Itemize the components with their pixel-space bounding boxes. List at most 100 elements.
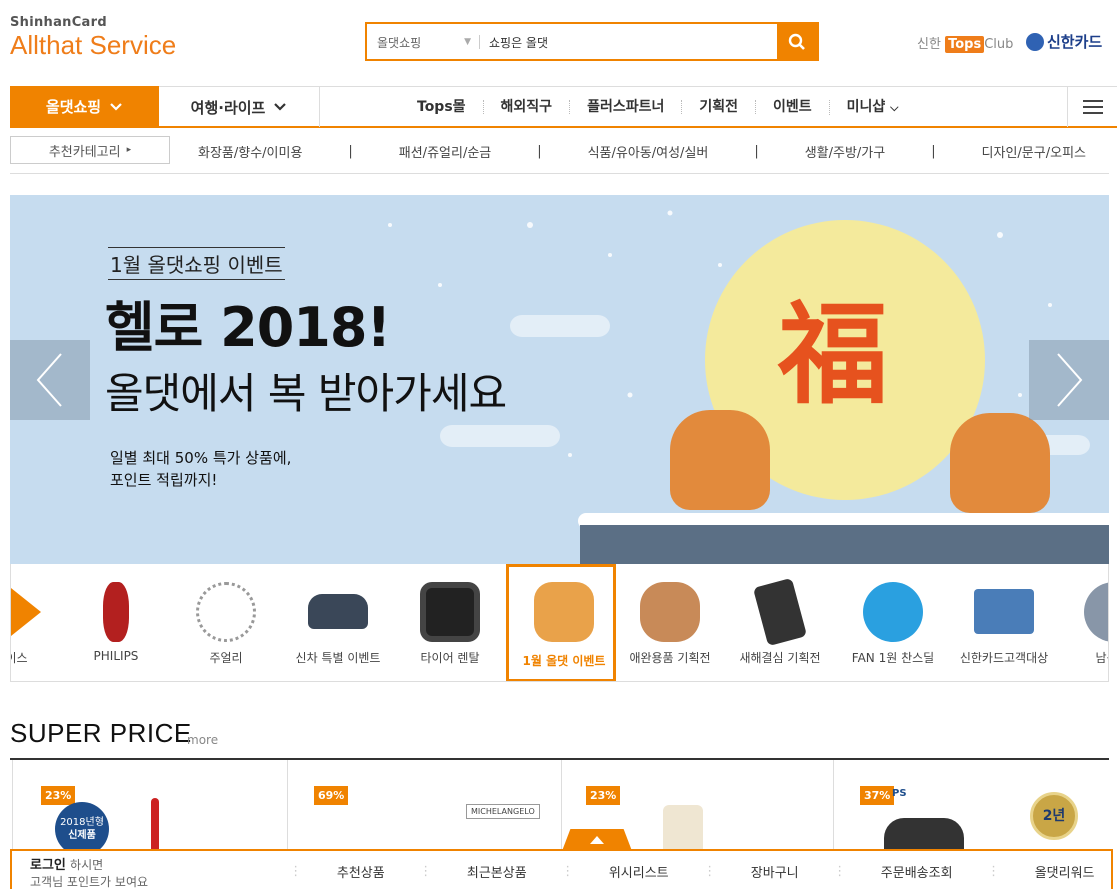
thumb-image	[11, 588, 41, 636]
search-category-select[interactable]: 올댓쇼핑 ▼	[367, 24, 479, 59]
thumb-label: 주얼리	[209, 651, 243, 665]
shinhan-card-link[interactable]: 신한카드	[1026, 31, 1102, 52]
banner-next-button[interactable]	[1029, 340, 1109, 420]
discount-badge: 37%	[860, 786, 895, 805]
thumb-item[interactable]: 라이스	[11, 564, 66, 681]
divider	[479, 35, 480, 49]
tops-club-link[interactable]: 신한 Tops Club	[917, 33, 1013, 53]
pet-image	[640, 582, 700, 642]
thumb-item[interactable]: 애완용품 기획전	[615, 564, 725, 681]
brand-label: MICHELANGELO	[466, 804, 540, 819]
scroll-top-button[interactable]	[562, 829, 632, 851]
banner-headline: 헬로 2018!	[105, 296, 391, 359]
divider: ⋮	[289, 863, 303, 879]
bracelet-image	[196, 582, 256, 642]
gnb-menu: Tops몰 해외직구 플러스파트너 기획전 이벤트 미니샵 ⌵	[400, 87, 916, 127]
banner-subhead: 올댓에서 복 받아가세요	[105, 369, 507, 418]
thumb-item[interactable]: 타이어 렌탈	[395, 564, 505, 681]
thumb-item[interactable]: 주얼리	[171, 564, 281, 681]
chevron-down-icon: ⌵	[890, 100, 899, 114]
superprice-more-link[interactable]: more	[187, 733, 218, 747]
tag-year: 2018년형	[60, 817, 104, 828]
product-card[interactable]: 69% MICHELANGELO 23%	[287, 760, 703, 860]
shaver-image	[103, 582, 129, 642]
search-category-label: 올댓쇼핑	[377, 36, 422, 50]
thumb-item[interactable]: FAN 1원 찬스딜	[838, 564, 948, 681]
gnb-primary-label: 올댓쇼핑	[45, 98, 102, 116]
search-button[interactable]	[777, 24, 817, 59]
banner-desc-line: 일별 최대 50% 특가 상품에,	[110, 449, 292, 467]
thumb-item[interactable]: 신한카드고객대상	[949, 564, 1059, 681]
allthat-shopping-menu[interactable]: 올댓쇼핑	[10, 86, 159, 127]
category-link[interactable]: 생활/주방/가구	[805, 142, 886, 161]
menu-icon	[1082, 112, 1103, 114]
search-input[interactable]	[489, 30, 769, 54]
thumb-item[interactable]: 남성 의	[1059, 564, 1108, 681]
thumb-item-selected[interactable]: 1월 올댓 이벤트	[506, 564, 616, 681]
quick-nav-recent[interactable]: 최근본상품	[467, 862, 527, 881]
product-card[interactable]: 37% PS 2년	[833, 760, 1109, 858]
header: ShinhanCard Allthat Service 올댓쇼핑 ▼ 신한 Top…	[0, 0, 1117, 86]
brand-main: Allthat Service	[10, 30, 177, 60]
thumb-label: 새해결심 기획전	[739, 651, 821, 665]
hamburger-menu-button[interactable]	[1067, 87, 1117, 127]
divider: ⋮	[987, 863, 1001, 879]
phone-hand-image	[752, 577, 808, 647]
category-link[interactable]: 디자인/문구/오피스	[982, 142, 1086, 161]
tops-club-prefix: 신한	[917, 37, 941, 52]
thumb-item[interactable]: PHILIPS	[61, 564, 171, 681]
login-prompt[interactable]: 로그인 하시면 고객님 포인트가 보여요	[30, 857, 148, 889]
category-link[interactable]: 화장품/향수/이미용	[198, 142, 302, 161]
thumb-label: PHILIPS	[93, 649, 139, 663]
gnb-item-event[interactable]: 이벤트	[755, 100, 829, 114]
discount-badge: 23%	[41, 786, 76, 805]
thumb-item[interactable]: 신차 특별 이벤트	[283, 564, 393, 681]
quick-nav-rewards[interactable]: 올댓리워드	[1035, 862, 1095, 881]
category-link[interactable]: 패션/쥬얼리/순금	[399, 142, 491, 161]
gnb-item-tops-mall[interactable]: Tops몰	[400, 100, 483, 114]
gnb-item-overseas[interactable]: 해외직구	[482, 100, 570, 114]
quick-nav: ⋮ 추천상품 ⋮ 최근본상품 ⋮ 위시리스트 ⋮ 장바구니 ⋮ 주문배송조회 ⋮…	[272, 851, 1112, 889]
menu-icon	[1082, 100, 1103, 102]
tire-image	[420, 582, 480, 642]
banner-description: 일별 최대 50% 특가 상품에, 포인트 적립까지!	[110, 447, 291, 491]
chevron-right-icon	[1057, 353, 1083, 407]
banner-prev-button[interactable]	[10, 340, 90, 420]
gnb-item-exhibition[interactable]: 기획전	[681, 100, 755, 114]
thumb-label: FAN 1원 찬스딜	[851, 651, 935, 665]
quick-nav-wishlist[interactable]: 위시리스트	[609, 862, 669, 881]
quick-nav-cart[interactable]: 장바구니	[751, 862, 799, 881]
login-suffix: 하시면	[70, 858, 104, 872]
quick-nav-orders[interactable]: 주문배송조회	[881, 862, 953, 881]
thumb-label: 신차 특별 이벤트	[295, 651, 381, 665]
travel-life-menu[interactable]: 여행·라이프	[159, 87, 320, 127]
login-link[interactable]: 로그인	[30, 858, 66, 873]
product-card[interactable]: 23% 2018년형 신제품	[12, 760, 286, 858]
thumb-label: 남성 의	[1095, 651, 1108, 665]
divider: |	[537, 143, 542, 159]
thumb-label: 신한카드고객대상	[959, 651, 1049, 665]
divider: |	[754, 143, 759, 159]
thumb-item[interactable]: 새해결심 기획전	[725, 564, 835, 681]
superprice-title: SUPER PRICE	[10, 718, 192, 748]
gnb-item-minishop[interactable]: 미니샵 ⌵	[828, 99, 916, 115]
new-product-tag: 2018년형 신제품	[55, 802, 109, 856]
divider: |	[931, 143, 936, 159]
allthat-logo[interactable]: ShinhanCard Allthat Service	[10, 15, 176, 60]
quick-nav-recommended[interactable]: 추천상품	[337, 862, 385, 881]
thumb-label: 애완용품 기획전	[629, 651, 711, 665]
banner-thumbnail-strip: 라이스 PHILIPS 주얼리 신차 특별 이벤트 타이어 렌탈 1월 올댓 이…	[10, 564, 1109, 682]
category-bar: 추천카테고리 ▸ 화장품/향수/이미용 | 패션/쥬얼리/순금 | 식품/유아동/…	[10, 128, 1109, 174]
fortune-glyph: 福	[778, 290, 888, 419]
tops-club-tag: Tops	[945, 36, 985, 53]
chevron-down-icon: ▼	[464, 37, 471, 47]
fox-thumb-image	[534, 582, 594, 642]
gnb-secondary-label: 여행·라이프	[190, 98, 266, 117]
divider: ⋮	[833, 863, 847, 879]
category-link[interactable]: 식품/유아동/여성/실버	[588, 142, 709, 161]
gnb-item-plus-partner[interactable]: 플러스파트너	[569, 100, 681, 114]
caret-right-icon: ▸	[126, 145, 132, 155]
hero-banner[interactable]: 福 1월 올댓쇼핑 이벤트 헬로 2018! 올댓에서 복 받아가세요 일별 최…	[10, 195, 1109, 564]
banner-desc-line: 포인트 적립까지!	[110, 471, 218, 489]
recommend-category-button[interactable]: 추천카테고리 ▸	[10, 136, 170, 164]
